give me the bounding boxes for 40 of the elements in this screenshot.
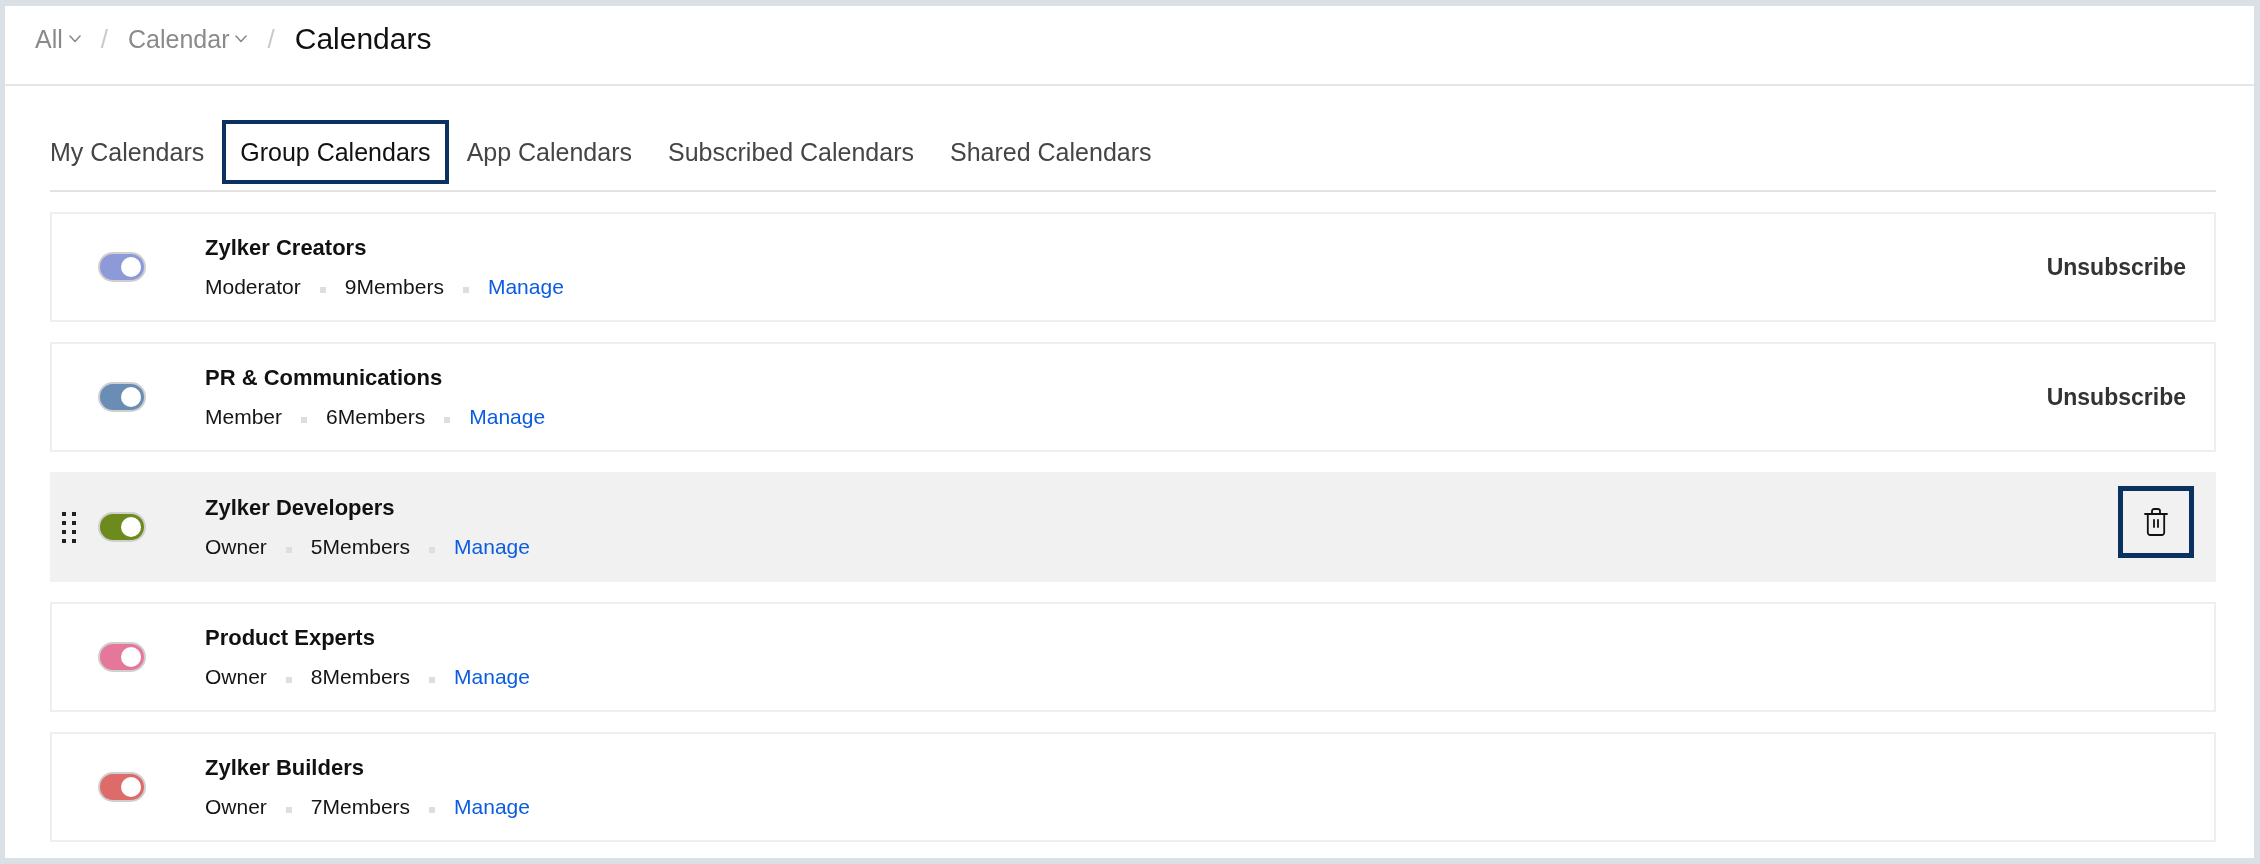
tab[interactable]: Shared Calendars [932,120,1170,184]
calendar-name: Zylker Builders [205,753,365,782]
toggle-switch[interactable] [98,382,146,412]
toggle-switch[interactable] [98,642,146,672]
manage-link[interactable]: Manage [454,531,530,562]
tab[interactable]: My Calendars [32,120,223,184]
trash-icon [2144,508,2168,536]
tab[interactable]: Subscribed Calendars [650,120,932,184]
member-count: 7Members [310,793,411,820]
page-title: Calendars [294,22,432,56]
calendar-name: PR & Communications [205,363,444,392]
toggle-switch[interactable] [98,512,146,542]
tab[interactable]: Group Calendars [222,120,449,184]
tab[interactable]: App Calendars [448,120,650,184]
chevron-down-icon [235,35,248,43]
manage-link[interactable]: Manage [469,401,546,432]
drag-handle-icon[interactable] [62,511,76,543]
calendar-name: Zylker Developers [205,493,396,522]
toggle-switch[interactable] [98,772,146,802]
breadcrumb-separator: / [100,23,109,55]
unsubscribe-button[interactable]: Unsubscribe [2038,377,2194,417]
manage-link[interactable]: Manage [454,661,530,692]
role-label: Member [205,403,283,430]
member-count: 8Members [310,663,411,690]
delete-button[interactable] [2118,486,2194,558]
calendar-name: Product Experts [205,623,376,652]
calendar-name: Zylker Creators [205,233,368,262]
role-label: Owner [205,663,267,690]
role-label: Owner [205,793,267,820]
unsubscribe-button[interactable]: Unsubscribe [2038,247,2194,287]
toggle-switch[interactable] [98,252,146,282]
manage-link[interactable]: Manage [454,791,530,822]
manage-link[interactable]: Manage [487,271,564,302]
member-count: 6Members [326,403,426,430]
member-count: 9Members [344,273,444,300]
role-label: Owner [205,533,267,560]
breadcrumb-separator: / [267,23,275,55]
role-label: Moderator [205,273,301,300]
chevron-down-icon [68,35,81,43]
member-count: 5Members [310,533,411,560]
